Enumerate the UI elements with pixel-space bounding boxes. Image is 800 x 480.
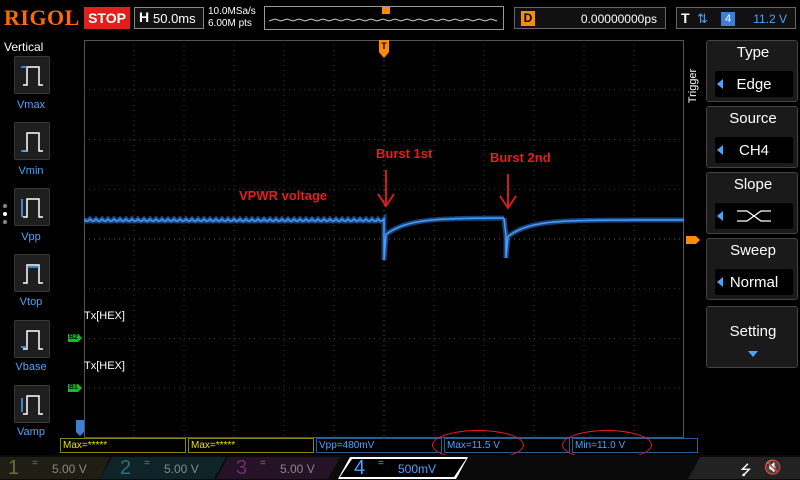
vamp-button[interactable]	[14, 385, 50, 423]
channel-number: 2	[120, 457, 132, 479]
top-status-bar: RIGOL STOP H 50.0ms 10.0MSa/s 6.00M pts …	[0, 0, 800, 36]
trigger-setting-softkey[interactable]: Setting	[706, 306, 798, 368]
softkey-value-box: CH4	[715, 137, 793, 163]
arrow-down-icon	[377, 170, 395, 208]
memory-overview-waveform[interactable]	[264, 6, 504, 30]
trigger-source-softkey[interactable]: Source CH4	[706, 106, 798, 168]
vmin-button[interactable]	[14, 122, 50, 160]
vmax-icon	[21, 66, 43, 86]
trigger-menu-title: Trigger	[687, 68, 699, 104]
waveform-display[interactable]: VPWR voltage Burst 1st Burst 2nd Tx[HEX]…	[84, 40, 684, 438]
either-slope-icon	[737, 210, 771, 222]
channel-scale: 5.00 V	[164, 462, 199, 476]
overview-wave-icon	[268, 7, 498, 22]
arrow-down-icon	[499, 174, 517, 210]
measurement-result[interactable]: Max=*****	[188, 438, 314, 453]
softkey-value-box	[715, 203, 793, 229]
softkey-value-box: Edge	[715, 71, 793, 97]
vpp-button[interactable]	[14, 188, 50, 226]
vmax-label: Vmax	[16, 99, 46, 111]
vbase-icon	[21, 330, 43, 350]
memory-depth: 6.00M pts	[208, 18, 252, 29]
trigger-level-marker	[686, 236, 700, 244]
channel-4-tab[interactable]: 4 = 500mV	[346, 457, 458, 479]
vamp-label: Vamp	[17, 426, 45, 438]
rising-falling-edge-icon: ⇅	[697, 11, 708, 26]
page-indicator-dot	[3, 204, 7, 208]
trigger-menu-tab: Trigger	[686, 54, 700, 124]
vpp-icon	[21, 198, 43, 218]
page-indicator-dot	[3, 212, 7, 216]
triangle-down-icon	[748, 351, 758, 357]
ch4-ground-marker	[76, 420, 84, 436]
softkey-title: Source	[729, 110, 777, 127]
brand-logo: RIGOL	[4, 5, 80, 30]
channel-number: 4	[354, 457, 366, 479]
measurement-result[interactable]: Max=*****	[60, 438, 186, 453]
channel-1-tab[interactable]: 1 = 5.00 V	[0, 457, 108, 479]
trigger-slope-softkey[interactable]: Slope	[706, 172, 798, 234]
bus1-label: Tx[HEX]	[84, 360, 125, 372]
channel-number: 3	[236, 457, 248, 479]
vtop-button[interactable]	[14, 254, 50, 292]
softkey-title: Type	[736, 44, 770, 61]
speaker-mute-icon[interactable]: 🔇	[764, 459, 781, 476]
softkey-title: Sweep	[730, 242, 776, 259]
softkey-value: CH4	[738, 142, 769, 159]
trigger-type-softkey[interactable]: Type Edge	[706, 40, 798, 102]
trigger-sweep-softkey[interactable]: Sweep Normal	[706, 238, 798, 300]
usb-icon: ⭍	[740, 462, 752, 478]
trigger-source-badge: 4	[721, 12, 735, 26]
measure-sidebar: Vertical Vmax Vmin Vpp Vtop Vbase Vamp	[0, 38, 62, 438]
softkey-value: Normal	[729, 274, 779, 291]
trigger-level: 11.2 V	[753, 12, 787, 26]
trigger-marker-label: T	[381, 41, 387, 51]
delay-value: 0.00000000ps	[580, 12, 657, 26]
channel-number: 1	[8, 457, 20, 479]
vbase-button[interactable]	[14, 320, 50, 358]
channel-scale: 5.00 V	[280, 462, 315, 476]
vpp-label: Vpp	[21, 231, 41, 243]
measurement-result[interactable]: Vpp=480mV	[316, 438, 442, 453]
vmin-icon	[21, 132, 43, 152]
bus2-label: Tx[HEX]	[84, 310, 125, 322]
vtop-icon	[23, 264, 43, 284]
channel-scale: 500mV	[398, 462, 437, 476]
horizontal-timebase[interactable]: H 50.0ms	[134, 7, 204, 29]
sidebar-title: Vertical	[4, 40, 44, 54]
channel-3-tab[interactable]: 3 = 5.00 V	[228, 457, 336, 479]
vamp-icon	[21, 395, 43, 415]
bus2-marker-label: B2	[69, 334, 78, 341]
horizontal-delay[interactable]: D 0.00000000ps	[514, 7, 666, 29]
timebase-value: 50.0ms	[153, 11, 196, 26]
annotation-arrows	[377, 170, 517, 210]
trigger-softkey-menu: Type Edge Source CH4 Slope Sweep Normal …	[702, 38, 800, 438]
delay-label: D	[521, 11, 535, 26]
channel-scale: 5.00 V	[52, 462, 87, 476]
trigger-label: T	[681, 10, 690, 26]
channel-2-tab[interactable]: 2 = 5.00 V	[112, 457, 220, 479]
vmin-label: Vmin	[18, 165, 44, 177]
bus1-marker-label: B1	[69, 384, 78, 391]
trigger-status[interactable]: T ⇅ 4 11.2 V	[676, 7, 796, 29]
vmax-button[interactable]	[14, 56, 50, 94]
vtop-label: Vtop	[19, 296, 43, 308]
dc-coupling-icon: =	[32, 458, 38, 469]
channel-status-bar: 1 = 5.00 V 2 = 5.00 V 3 = 5.00 V 4 = 500…	[0, 455, 800, 480]
softkey-title: Slope	[733, 176, 773, 193]
dc-coupling-icon: =	[378, 458, 384, 469]
run-stop-button[interactable]: STOP	[84, 7, 130, 29]
sample-rate: 10.0MSa/s	[208, 6, 256, 17]
softkey-value-box: Normal	[715, 269, 793, 295]
softkey-value: Edge	[736, 76, 772, 93]
dc-coupling-icon: =	[144, 458, 150, 469]
page-indicator-dot	[3, 220, 7, 224]
timebase-label: H	[138, 9, 150, 25]
vbase-label: Vbase	[15, 361, 47, 373]
dc-coupling-icon: =	[260, 458, 266, 469]
